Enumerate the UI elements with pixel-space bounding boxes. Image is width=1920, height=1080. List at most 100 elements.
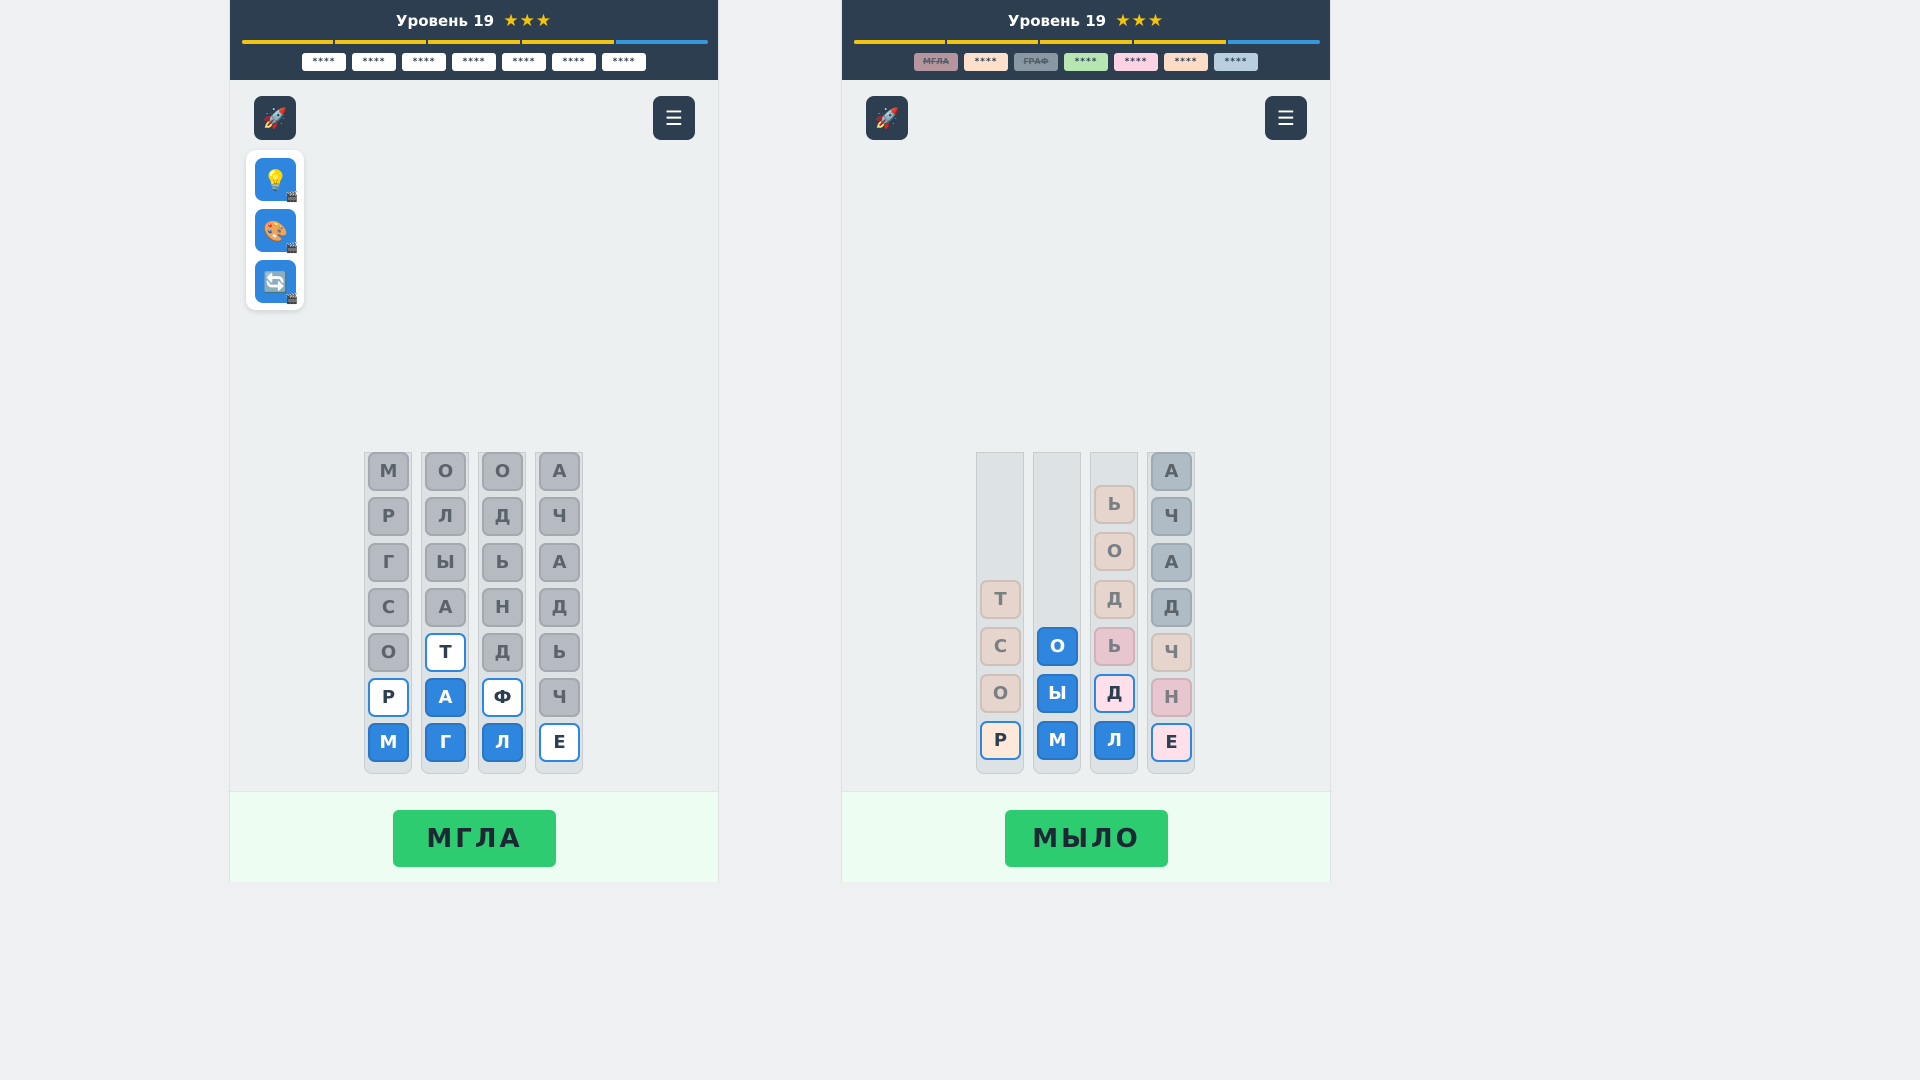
letter-tile[interactable]: Т [980, 580, 1021, 619]
powerup-toolbar: 💡 🎬 🎨 🎬 🔄 🎬 [246, 150, 304, 310]
hint-bulb-icon: 💡 [263, 167, 288, 192]
progress-divider [333, 40, 335, 44]
hint-button[interactable]: 💡 🎬 [255, 158, 298, 203]
letter-tile[interactable]: Д [1094, 580, 1135, 619]
letter-tile[interactable]: А [1151, 543, 1192, 582]
word-chip: **** [302, 53, 346, 71]
letter-tile[interactable]: Ч [539, 678, 580, 717]
word-chip: **** [352, 53, 396, 71]
word-chip: **** [602, 53, 646, 71]
game-panel-left: Уровень 19 ★★★ **** **** **** **** **** **** *… [229, 0, 719, 882]
word-chip-found: ГРАФ [1014, 53, 1058, 71]
rocket-button[interactable]: 🚀 [866, 96, 908, 140]
letter-tile[interactable]: А [425, 588, 466, 627]
level-label: Уровень [395, 12, 469, 30]
progress-divider [1226, 40, 1228, 44]
word-chip: **** [552, 53, 596, 71]
shuffle-icon: 🔄 [263, 269, 288, 294]
letter-tile-selected[interactable]: М [1037, 721, 1078, 760]
progress-divider [1038, 40, 1040, 44]
letter-tile[interactable]: О [1094, 532, 1135, 571]
letter-tile[interactable]: О [368, 633, 409, 672]
letter-tile[interactable]: Ч [539, 497, 580, 536]
letter-tile-selected[interactable]: О [1037, 627, 1078, 666]
stars-icon: ★★★ [1115, 11, 1165, 31]
stars-icon: ★★★ [503, 11, 553, 31]
letter-tile-selected[interactable]: Ы [1037, 674, 1078, 713]
letter-tile[interactable]: Ч [1151, 497, 1192, 536]
letter-tile[interactable]: Р [368, 497, 409, 536]
letter-tile[interactable]: Р [368, 678, 409, 717]
submit-word-button[interactable]: МЫЛО [1005, 810, 1168, 867]
letter-tile[interactable]: О [482, 452, 523, 491]
word-footer: МЫЛО [842, 791, 1330, 882]
rocket-button[interactable]: 🚀 [254, 96, 296, 140]
letter-tile[interactable]: Е [539, 723, 580, 762]
letter-tile[interactable]: О [980, 674, 1021, 713]
letter-tile[interactable]: А [539, 543, 580, 582]
word-list: МГЛА **** ГРАФ **** **** **** **** [842, 53, 1330, 71]
letter-tile[interactable]: Т [425, 633, 466, 672]
letter-tile[interactable]: Ы [425, 543, 466, 582]
letter-tile[interactable]: Ь [1094, 485, 1135, 524]
word-chip-found: МГЛА [914, 53, 958, 71]
letter-tile[interactable]: Д [482, 633, 523, 672]
progress-fill [242, 40, 615, 44]
letter-tile[interactable]: Е [1151, 723, 1192, 762]
letter-tile-selected[interactable]: А [425, 678, 466, 717]
progress-divider [426, 40, 428, 44]
word-footer: МГЛА [230, 791, 718, 882]
word-chip: **** [964, 53, 1008, 71]
shuffle-button[interactable]: 🔄 🎬 [255, 260, 298, 305]
progress-bar [242, 40, 708, 44]
letter-tile[interactable]: Л [425, 497, 466, 536]
letter-tile[interactable]: А [1151, 452, 1192, 491]
letter-tile-selected[interactable]: М [368, 723, 409, 762]
level-title: Уровень 19 ★★★ [842, 11, 1330, 31]
letter-tile[interactable]: О [425, 452, 466, 491]
rocket-icon: 🚀 [262, 106, 288, 130]
letter-tile[interactable]: С [980, 627, 1021, 666]
submit-word-button[interactable]: МГЛА [393, 810, 556, 867]
level-header: Уровень 19 ★★★ МГЛА **** ГРАФ **** **** **** *… [842, 0, 1330, 80]
progress-bar [854, 40, 1320, 44]
letter-tile[interactable]: Р [980, 721, 1021, 760]
paint-button[interactable]: 🎨 🎬 [255, 209, 298, 254]
progress-divider [945, 40, 947, 44]
letter-tile[interactable]: Ь [482, 543, 523, 582]
letter-tile[interactable]: Ь [539, 633, 580, 672]
letter-tile[interactable]: Ф [482, 678, 523, 717]
letter-tile[interactable]: Д [1151, 588, 1192, 627]
letter-tile[interactable]: А [539, 452, 580, 491]
menu-button[interactable]: ☰ [653, 96, 695, 140]
menu-icon: ☰ [665, 106, 683, 130]
menu-icon: ☰ [1277, 106, 1295, 130]
letter-tile-selected[interactable]: Л [482, 723, 523, 762]
letter-tile[interactable]: Ь [1094, 627, 1135, 666]
letter-tile[interactable]: Н [1151, 678, 1192, 717]
palette-icon: 🎨 [263, 218, 288, 243]
letter-tile[interactable]: Н [482, 588, 523, 627]
letter-tile[interactable]: Ч [1151, 633, 1192, 672]
letter-tile[interactable]: Д [482, 497, 523, 536]
letter-tile[interactable]: С [368, 588, 409, 627]
progress-fill [854, 40, 1227, 44]
letter-tile[interactable]: Д [1094, 674, 1135, 713]
progress-divider [520, 40, 522, 44]
letter-tile-selected[interactable]: Г [425, 723, 466, 762]
word-chip: **** [1214, 53, 1258, 71]
letter-tile-selected[interactable]: Л [1094, 721, 1135, 760]
word-chip: **** [1064, 53, 1108, 71]
video-ad-icon: 🎬 [285, 192, 298, 203]
letter-tile[interactable]: Д [539, 588, 580, 627]
level-label: Уровень [1007, 12, 1081, 30]
menu-button[interactable]: ☰ [1265, 96, 1307, 140]
video-ad-icon: 🎬 [285, 243, 298, 254]
level-number: 19 [473, 12, 495, 30]
letter-tile[interactable]: М [368, 452, 409, 491]
progress-divider [1132, 40, 1134, 44]
word-chip: **** [1114, 53, 1158, 71]
letter-tile[interactable]: Г [368, 543, 409, 582]
word-chip: **** [1164, 53, 1208, 71]
game-panel-right: Уровень 19 ★★★ МГЛА **** ГРАФ **** **** **** *… [841, 0, 1331, 882]
